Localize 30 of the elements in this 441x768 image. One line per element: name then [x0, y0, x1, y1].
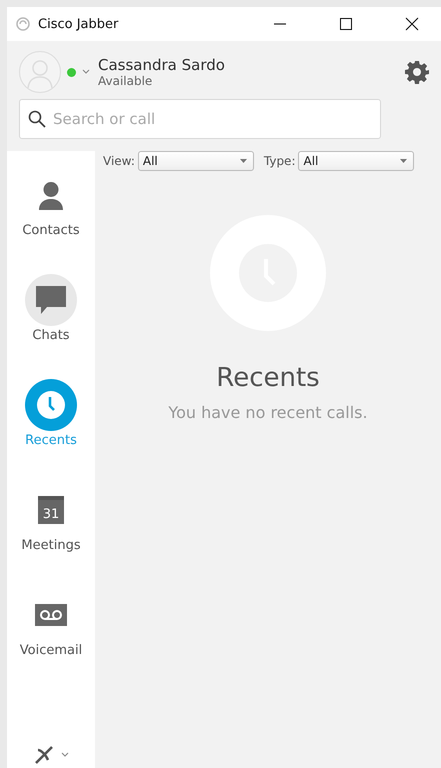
maximize-icon — [339, 17, 353, 31]
filter-dropdown[interactable]: All — [138, 151, 254, 171]
nav-tab[interactable]: Contacts — [7, 169, 95, 274]
empty-state-message: You have no recent calls. — [168, 403, 368, 422]
nav-tab[interactable]: Voicemail — [7, 589, 95, 694]
filter-label: Type: — [264, 154, 296, 168]
close-icon — [405, 17, 419, 31]
nav-tab[interactable]: 31 Meetings — [7, 484, 95, 589]
filter-dropdown[interactable]: All — [298, 151, 414, 171]
window-title: Cisco Jabber — [38, 16, 120, 32]
settings-icon[interactable] — [405, 60, 429, 84]
chat-bubble-icon — [35, 285, 67, 315]
calendar-icon: 31 — [38, 496, 64, 524]
nav-tab[interactable]: Chats — [7, 274, 95, 379]
caret-icon — [61, 752, 69, 758]
caret-icon — [240, 159, 247, 163]
voicemail-icon — [35, 604, 67, 626]
status-text: Available — [98, 74, 154, 88]
filter-label: View: — [103, 154, 135, 168]
empty-state-title: Recents — [216, 363, 320, 393]
caret-icon[interactable] — [82, 69, 90, 75]
clock-icon — [36, 390, 66, 420]
minimize-icon — [274, 23, 286, 25]
app-logo-icon — [16, 17, 30, 31]
user-name: Cassandra Sardo — [98, 56, 226, 74]
person-icon — [37, 180, 65, 210]
phone-icon — [33, 744, 55, 766]
search-field[interactable]: Search or call — [19, 99, 381, 139]
caret-icon — [400, 159, 408, 163]
call-settings-button[interactable] — [33, 744, 69, 766]
